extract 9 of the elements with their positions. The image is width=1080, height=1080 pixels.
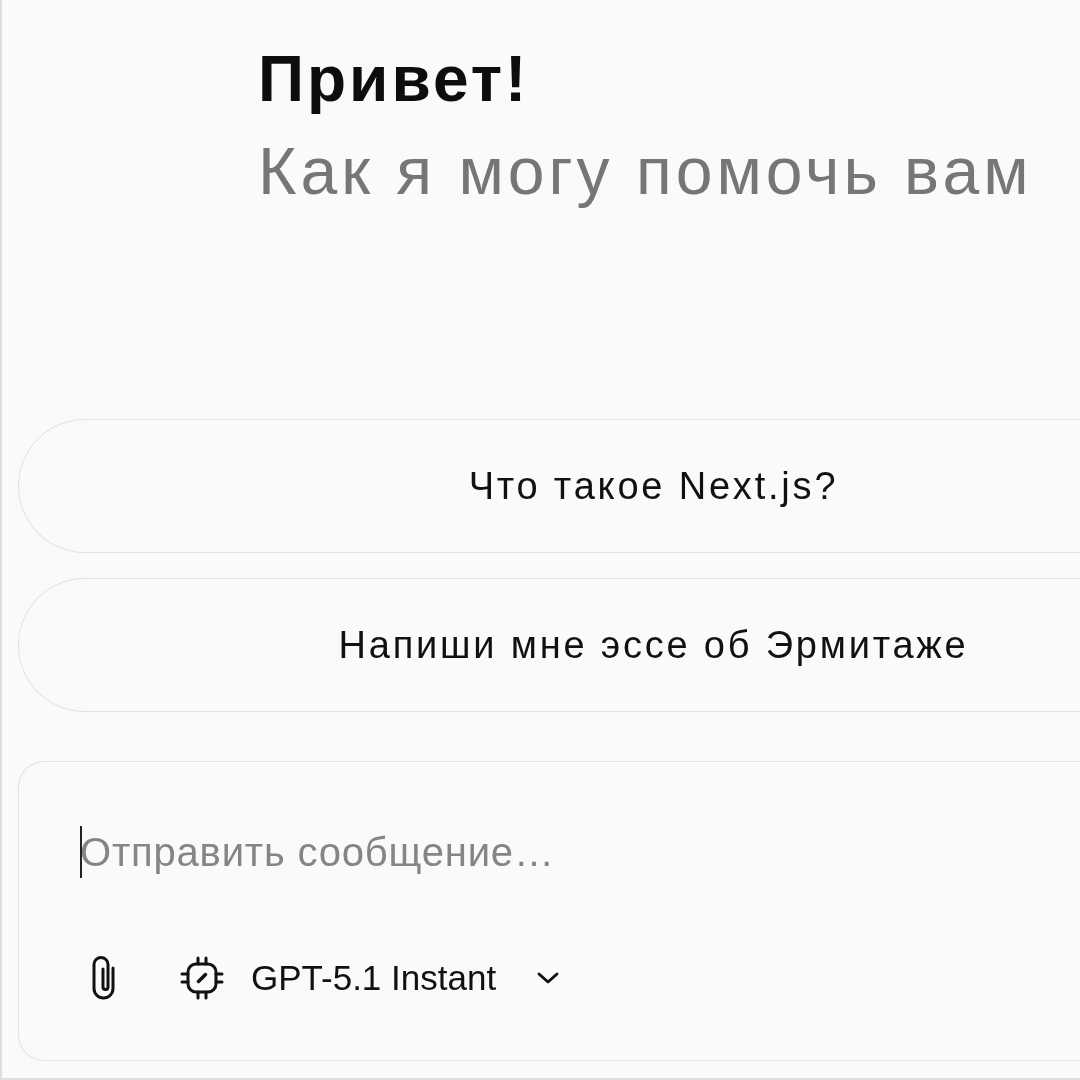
model-selector-button[interactable]: GPT-5.1 Instant	[170, 948, 571, 1009]
chevron-down-icon	[536, 971, 561, 986]
suggestion-button[interactable]: Напиши мне эссе об Эрмитаже	[18, 578, 1080, 713]
suggestion-button[interactable]: Что такое Next.js?	[18, 419, 1080, 554]
message-input[interactable]: Отправить сообщение…	[80, 824, 1080, 881]
chip-icon	[180, 956, 224, 1001]
greeting-title: Привет!	[258, 43, 530, 117]
greeting-subtitle: Как я могу помочь вам	[258, 133, 1033, 210]
paperclip-icon	[91, 956, 116, 1001]
